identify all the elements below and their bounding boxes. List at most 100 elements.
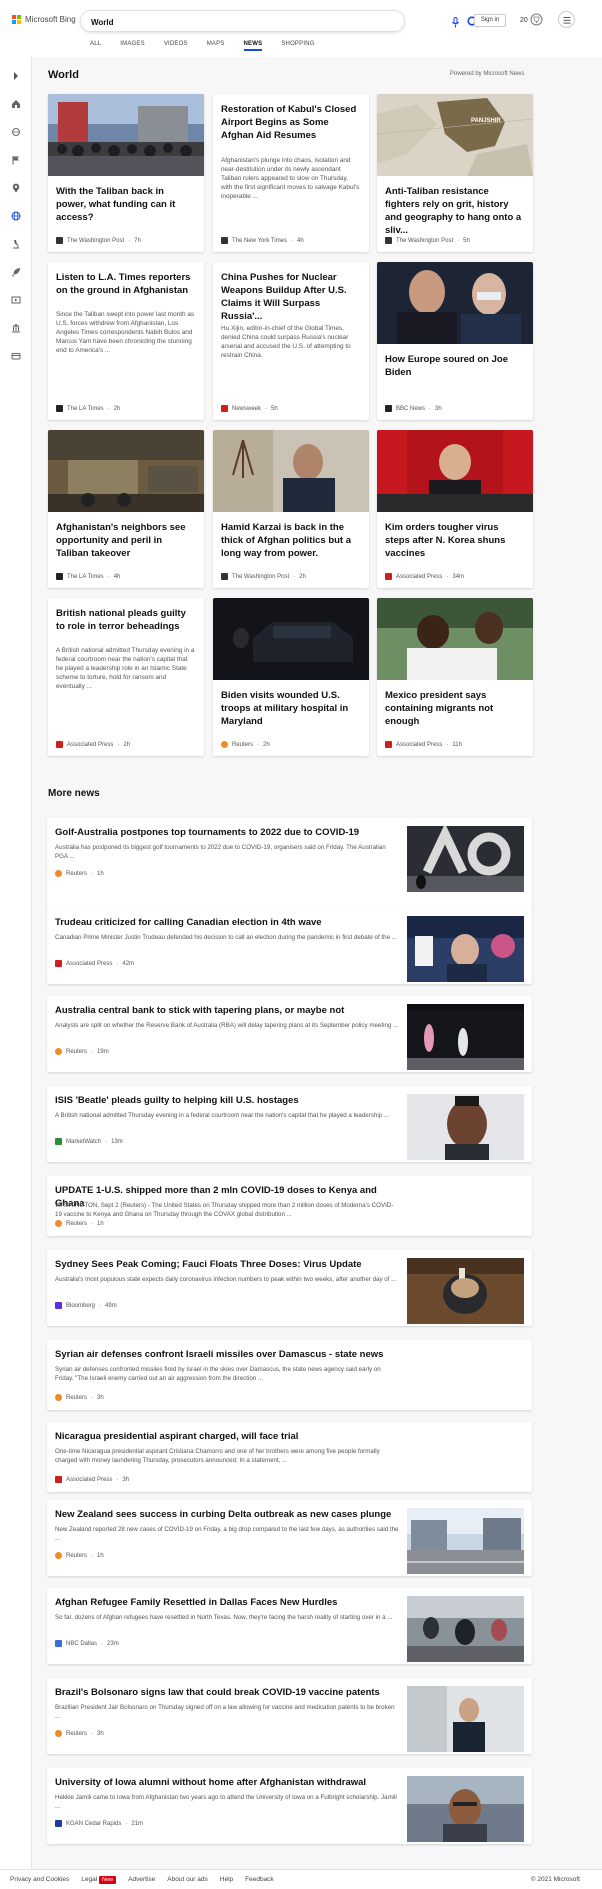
film-icon[interactable] <box>11 295 21 305</box>
news-meta: KGAN Cedar Rapids · 21m <box>55 1820 143 1827</box>
more-news-item[interactable]: Sydney Sees Peak Coming; Fauci Floats Th… <box>47 1250 532 1326</box>
card-title[interactable]: Afghanistan's neighbors see opportunity … <box>56 521 196 560</box>
card-title[interactable]: Anti-Taliban resistance fighters rely on… <box>385 185 525 237</box>
news-thumbnail[interactable] <box>407 1004 524 1070</box>
bank-icon[interactable] <box>11 323 21 333</box>
rewards-count[interactable]: 20 <box>520 17 528 24</box>
search-input[interactable] <box>91 15 341 29</box>
wallet-icon[interactable] <box>11 351 21 361</box>
news-title[interactable]: Sydney Sees Peak Coming; Fauci Floats Th… <box>55 1258 395 1271</box>
news-title[interactable]: Trudeau criticized for calling Canadian … <box>55 916 395 929</box>
more-news-item[interactable]: Trudeau criticized for calling Canadian … <box>47 908 532 984</box>
news-card[interactable]: PANJSHIR Anti-Taliban resistance fighter… <box>377 94 533 252</box>
card-title[interactable]: Mexico president says containing migrant… <box>385 689 525 728</box>
news-title[interactable]: ISIS 'Beatle' pleads guilty to helping k… <box>55 1094 395 1107</box>
card-age: 5h <box>463 237 470 244</box>
card-title[interactable]: British national pleads guilty to role i… <box>56 607 196 633</box>
news-thumbnail[interactable] <box>407 826 524 892</box>
news-card[interactable]: Biden visits wounded U.S. troops at mili… <box>213 598 369 756</box>
news-card[interactable]: Kim orders tougher virus steps after N. … <box>377 430 533 588</box>
card-title[interactable]: Restoration of Kabul's Closed Airport Be… <box>221 103 361 142</box>
location-pin-icon[interactable] <box>11 183 21 193</box>
news-thumbnail[interactable] <box>407 1094 524 1160</box>
footer-link-advertise[interactable]: Advertise <box>128 1876 155 1883</box>
news-title[interactable]: University of Iowa alumni without home a… <box>55 1776 395 1789</box>
tab-shopping[interactable]: SHOPPING <box>281 41 314 51</box>
card-meta: The LA Times · 2h <box>56 405 120 412</box>
more-news-item[interactable]: Australia central bank to stick with tap… <box>47 996 532 1072</box>
news-title[interactable]: New Zealand sees success in curbing Delt… <box>55 1508 395 1521</box>
news-title[interactable]: Afghan Refugee Family Resettled in Dalla… <box>55 1596 395 1609</box>
card-title[interactable]: How Europe soured on Joe Biden <box>385 353 525 379</box>
news-thumbnail[interactable] <box>407 1776 524 1842</box>
news-card[interactable]: Afghanistan's neighbors see opportunity … <box>48 430 204 588</box>
news-description: WASHINGTON, Sept 2 (Reuters) - The Unite… <box>55 1202 394 1218</box>
news-title[interactable]: Brazil's Bolsonaro signs law that could … <box>55 1686 395 1699</box>
news-title[interactable]: Golf-Australia postpones top tournaments… <box>55 826 395 839</box>
news-thumbnail[interactable] <box>407 1686 524 1752</box>
tab-news[interactable]: NEWS <box>243 41 263 51</box>
card-title[interactable]: Kim orders tougher virus steps after N. … <box>385 521 525 560</box>
footer-link-about-ads[interactable]: About our ads <box>167 1876 207 1883</box>
more-news-item[interactable]: Golf-Australia postpones top tournaments… <box>47 818 532 908</box>
news-card[interactable]: British national pleads guilty to role i… <box>48 598 204 756</box>
hamburger-menu-button[interactable] <box>558 11 575 28</box>
card-meta: Reuters · 2h <box>221 741 270 748</box>
news-age: 3h <box>122 1476 130 1483</box>
footer-link-privacy[interactable]: Privacy and Cookies <box>10 1876 69 1883</box>
news-thumbnail[interactable] <box>407 1596 524 1662</box>
more-news-item[interactable]: ISIS 'Beatle' pleads guilty to helping k… <box>47 1086 532 1162</box>
globe-icon[interactable] <box>11 211 21 221</box>
footer-link-feedback[interactable]: Feedback <box>245 1876 274 1883</box>
news-description: Analysts are split on whether the Reserv… <box>55 1022 399 1029</box>
news-card[interactable]: Mexico president says containing migrant… <box>377 598 533 756</box>
card-title[interactable]: Biden visits wounded U.S. troops at mili… <box>221 689 361 728</box>
bing-logo[interactable]: Microsoft Bing <box>12 15 76 24</box>
news-thumbnail[interactable] <box>407 916 524 982</box>
news-card[interactable]: Hamid Karzai is back in the thick of Afg… <box>213 430 369 588</box>
home-icon[interactable] <box>11 99 21 109</box>
microphone-icon[interactable] <box>451 17 460 28</box>
source-logo-icon <box>55 1138 62 1145</box>
more-news-item[interactable]: Nicaragua presidential aspirant charged,… <box>47 1422 532 1492</box>
card-title[interactable]: Listen to L.A. Times reporters on the gr… <box>56 271 196 297</box>
news-title[interactable]: Australia central bank to stick with tap… <box>55 1004 395 1017</box>
rewards-trophy-icon[interactable] <box>530 13 543 27</box>
news-title[interactable]: Syrian air defenses confront Israeli mis… <box>55 1348 395 1361</box>
tab-images[interactable]: IMAGES <box>120 41 145 51</box>
news-card[interactable]: With the Taliban back in power, what fun… <box>48 94 204 252</box>
card-title[interactable]: Hamid Karzai is back in the thick of Afg… <box>221 521 361 560</box>
sign-in-button[interactable]: Sign in <box>474 14 506 27</box>
section-title: World <box>48 69 79 81</box>
more-news-item[interactable]: UPDATE 1-U.S. shipped more than 2 mln CO… <box>47 1176 532 1236</box>
more-news-item[interactable]: Syrian air defenses confront Israeli mis… <box>47 1340 532 1410</box>
card-description: A British national admitted Thursday eve… <box>56 647 195 690</box>
news-title[interactable]: Nicaragua presidential aspirant charged,… <box>55 1430 395 1443</box>
tab-maps[interactable]: MAPS <box>207 41 225 51</box>
news-card[interactable]: China Pushes for Nuclear Weapons Buildup… <box>213 262 369 420</box>
more-news-item[interactable]: Afghan Refugee Family Resettled in Dalla… <box>47 1588 532 1664</box>
news-thumbnail[interactable] <box>407 1508 524 1574</box>
news-card[interactable]: How Europe soured on Joe Biden BBC News ·… <box>377 262 533 420</box>
rocket-icon[interactable] <box>11 267 21 277</box>
card-image <box>48 430 204 512</box>
news-card[interactable]: Listen to L.A. Times reporters on the gr… <box>48 262 204 420</box>
tab-all[interactable]: ALL <box>90 41 101 51</box>
more-news-item[interactable]: Brazil's Bolsonaro signs law that could … <box>47 1678 532 1754</box>
footer-link-help[interactable]: Help <box>220 1876 233 1883</box>
news-source: Bloomberg <box>66 1302 96 1309</box>
sports-icon[interactable] <box>11 127 21 137</box>
chevron-right-icon[interactable] <box>11 71 21 81</box>
card-title[interactable]: China Pushes for Nuclear Weapons Buildup… <box>221 271 361 323</box>
news-description: Australia's most populous state expects … <box>55 1276 397 1283</box>
footer-link-legal[interactable]: Legal New <box>81 1876 117 1884</box>
flag-icon[interactable] <box>11 155 21 165</box>
more-news-item[interactable]: University of Iowa alumni without home a… <box>47 1768 532 1844</box>
card-image <box>213 430 369 512</box>
tab-videos[interactable]: VIDEOS <box>164 41 188 51</box>
news-card[interactable]: Restoration of Kabul's Closed Airport Be… <box>213 94 369 252</box>
more-news-item[interactable]: New Zealand sees success in curbing Delt… <box>47 1500 532 1576</box>
microscope-icon[interactable] <box>11 239 21 249</box>
news-thumbnail[interactable] <box>407 1258 524 1324</box>
card-title[interactable]: With the Taliban back in power, what fun… <box>56 185 196 224</box>
